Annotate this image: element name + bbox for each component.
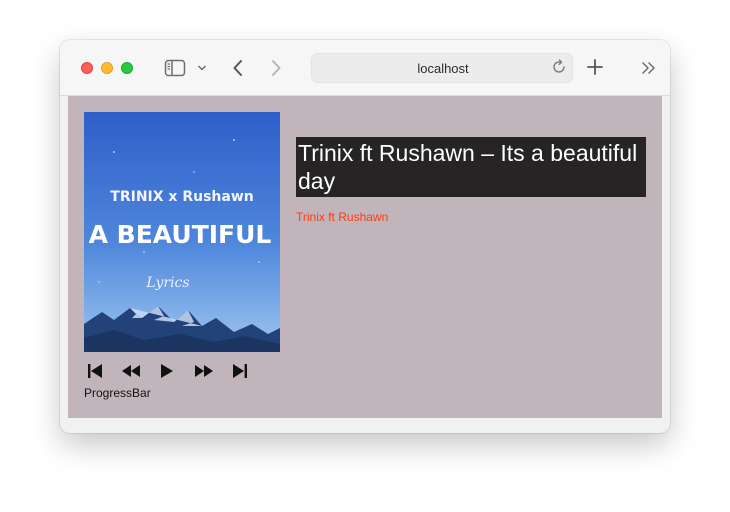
page-content: TRINIX x Rushawn A BEAUTIFUL Lyrics Prog… [68,96,662,418]
album-art-main-text: A BEAUTIFUL [89,220,272,249]
album-art: TRINIX x Rushawn A BEAUTIFUL Lyrics [84,112,280,352]
skip-back-icon[interactable] [86,362,104,380]
double-chevron-icon[interactable] [640,59,658,77]
browser-window: localhost TRINIX x Rushawn A BEAUTIFUL L… [60,40,670,433]
album-art-top-text: TRINIX x Rushawn [110,189,253,205]
minimize-window-button[interactable] [101,62,113,74]
skip-forward-icon[interactable] [231,362,249,380]
chevron-down-icon[interactable] [196,61,208,75]
player-controls [86,360,266,382]
rewind-icon[interactable] [121,362,141,380]
play-icon[interactable] [158,362,176,380]
fast-forward-icon[interactable] [194,362,214,380]
reload-icon[interactable] [551,59,567,75]
zoom-window-button[interactable] [121,62,133,74]
track-title: Trinix ft Rushawn – Its a beautiful day [296,137,646,197]
back-icon[interactable] [228,57,248,79]
progress-bar[interactable]: ProgressBar [84,386,151,400]
track-artist: Trinix ft Rushawn [296,210,389,224]
album-art-script-text: Lyrics [145,275,189,291]
address-text: localhost [417,61,469,76]
browser-toolbar: localhost [60,40,670,96]
close-window-button[interactable] [81,62,93,74]
sidebar-icon[interactable] [164,59,186,77]
forward-icon[interactable] [266,57,286,79]
address-bar[interactable]: localhost [311,53,573,83]
plus-icon[interactable] [585,57,605,77]
